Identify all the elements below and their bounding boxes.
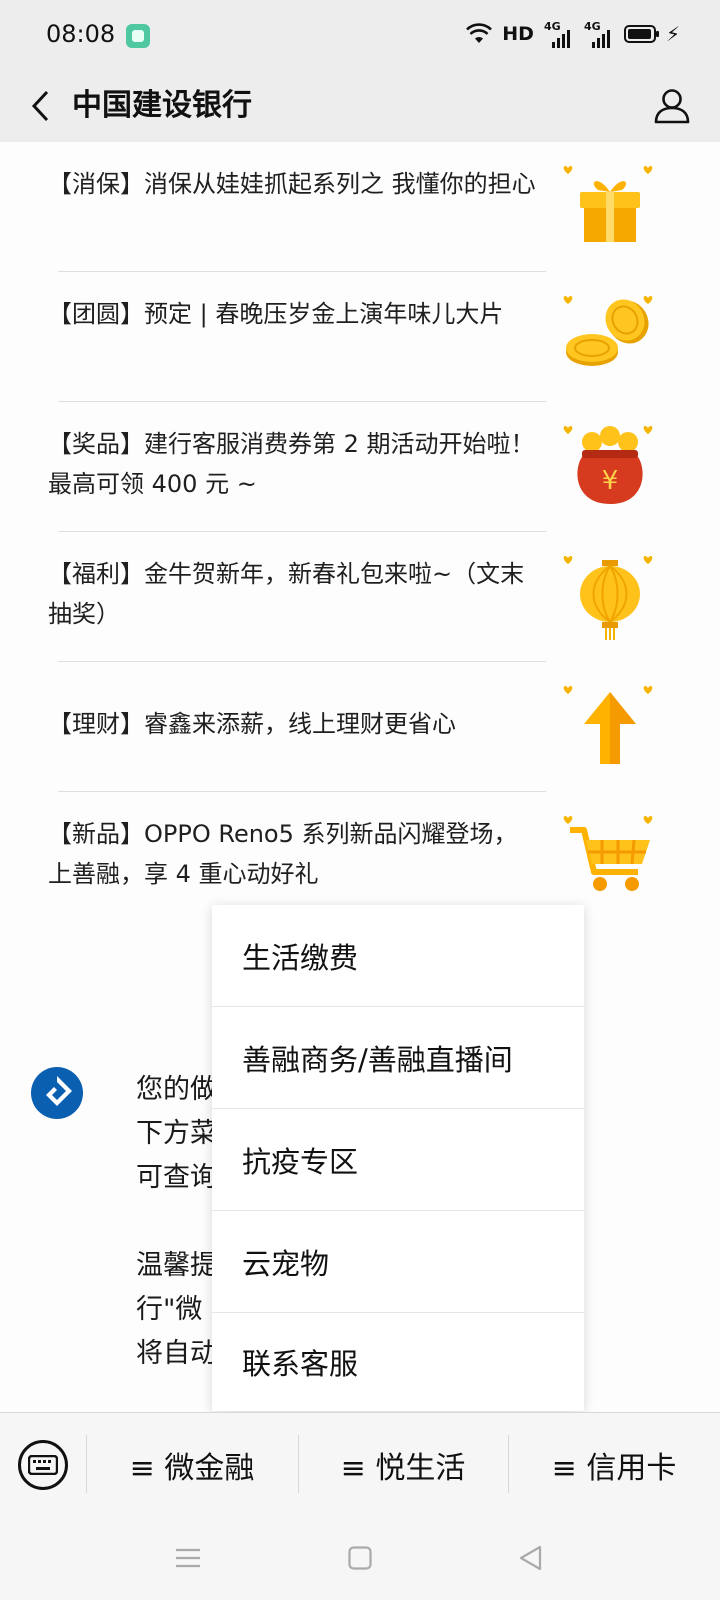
article-title: 【团圆】预定 | 春晚压岁金上演年味儿大片: [48, 300, 504, 328]
article-item[interactable]: 【奖品】建行客服消费券第 2 期活动开始啦！最高可领 400 元 ~ ¥: [0, 402, 720, 532]
nav-home-button[interactable]: [336, 1534, 384, 1582]
app-notification-icon: [126, 24, 150, 48]
square-icon: [348, 1546, 372, 1570]
article-item[interactable]: 【消保】消保从娃娃抓起系列之 我懂你的担心: [0, 142, 720, 272]
menu-life[interactable]: ≡ 悦生活: [298, 1413, 508, 1517]
signal-icon-1: 4G: [544, 20, 574, 48]
triangle-back-icon: [519, 1545, 542, 1571]
article-title: 【福利】金牛贺新年，新春礼包来啦~（文末抽奖）: [48, 560, 525, 628]
submenu-item-epidemic[interactable]: 抗疫专区: [212, 1109, 584, 1211]
profile-button[interactable]: [648, 82, 696, 130]
article-item[interactable]: 【新品】OPPO Reno5 系列新品闪耀登场，上善融，享 4 重心动好礼: [0, 792, 720, 922]
shopping-cart-icon: [563, 815, 653, 891]
submenu-item-contact-service[interactable]: 联系客服: [212, 1313, 584, 1411]
lantern-icon: [563, 555, 653, 640]
keyboard-icon: [28, 1455, 58, 1475]
money-bag-icon: ¥: [563, 425, 653, 504]
article-item[interactable]: 【理财】睿鑫来添薪，线上理财更省心: [0, 662, 720, 792]
signal-icon-2: 4G: [584, 20, 614, 48]
menu-credit-card[interactable]: ≡ 信用卡: [508, 1413, 720, 1517]
wifi-icon: [466, 23, 493, 45]
submenu-item-bill-pay[interactable]: 生活缴费: [212, 905, 584, 1007]
status-bar: 08:08 HD 4G 4G ⚡: [0, 0, 720, 70]
article-item[interactable]: 【福利】金牛贺新年，新春礼包来啦~（文末抽奖）: [0, 532, 720, 662]
article-title: 【新品】OPPO Reno5 系列新品闪耀登场，上善融，享 4 重心动好礼: [48, 820, 518, 888]
keyboard-toggle-button[interactable]: [18, 1440, 68, 1490]
system-nav-bar: [0, 1516, 720, 1600]
article-title: 【理财】睿鑫来添薪，线上理财更省心: [48, 710, 456, 738]
status-time: 08:08: [46, 20, 116, 48]
menu-lines-icon: [176, 1548, 200, 1568]
article-list: 【消保】消保从娃娃抓起系列之 我懂你的担心 【团圆】预定 | 春晚压岁金上演年味…: [0, 142, 720, 922]
submenu-item-cloud-pet[interactable]: 云宠物: [212, 1211, 584, 1313]
gift-box-icon: [563, 165, 653, 242]
menu-micro-finance[interactable]: ≡ 微金融: [86, 1413, 298, 1517]
article-item[interactable]: 【团圆】预定 | 春晚压岁金上演年味儿大片: [0, 272, 720, 402]
status-indicators: HD 4G 4G ⚡: [466, 20, 680, 48]
back-button[interactable]: [18, 84, 62, 128]
chat-header: 中国建设银行: [0, 70, 720, 142]
bank-logo-icon: [31, 1067, 83, 1119]
nav-back-button[interactable]: [506, 1534, 554, 1582]
nav-menu-button[interactable]: [164, 1534, 212, 1582]
svg-text:¥: ¥: [602, 466, 619, 496]
up-arrow-icon: [563, 685, 653, 764]
article-title: 【奖品】建行客服消费券第 2 期活动开始啦！最高可领 400 元 ~: [48, 430, 535, 498]
page-title: 中国建设银行: [72, 88, 252, 123]
battery-icon: [623, 25, 659, 43]
hd-label: HD: [502, 23, 534, 45]
charging-icon: ⚡: [665, 22, 680, 46]
person-icon: [654, 89, 690, 124]
menu-bar: ≡ 微金融 ≡ 悦生活 ≡ 信用卡: [0, 1412, 720, 1516]
submenu-item-shanrong[interactable]: 善融商务/善融直播间: [212, 1007, 584, 1109]
article-title: 【消保】消保从娃娃抓起系列之 我懂你的担心: [48, 170, 536, 198]
chevron-left-icon: [31, 90, 49, 122]
gold-coins-icon: [563, 295, 653, 366]
submenu-popup: 生活缴费 善融商务/善融直播间 抗疫专区 云宠物 联系客服: [212, 905, 584, 1411]
